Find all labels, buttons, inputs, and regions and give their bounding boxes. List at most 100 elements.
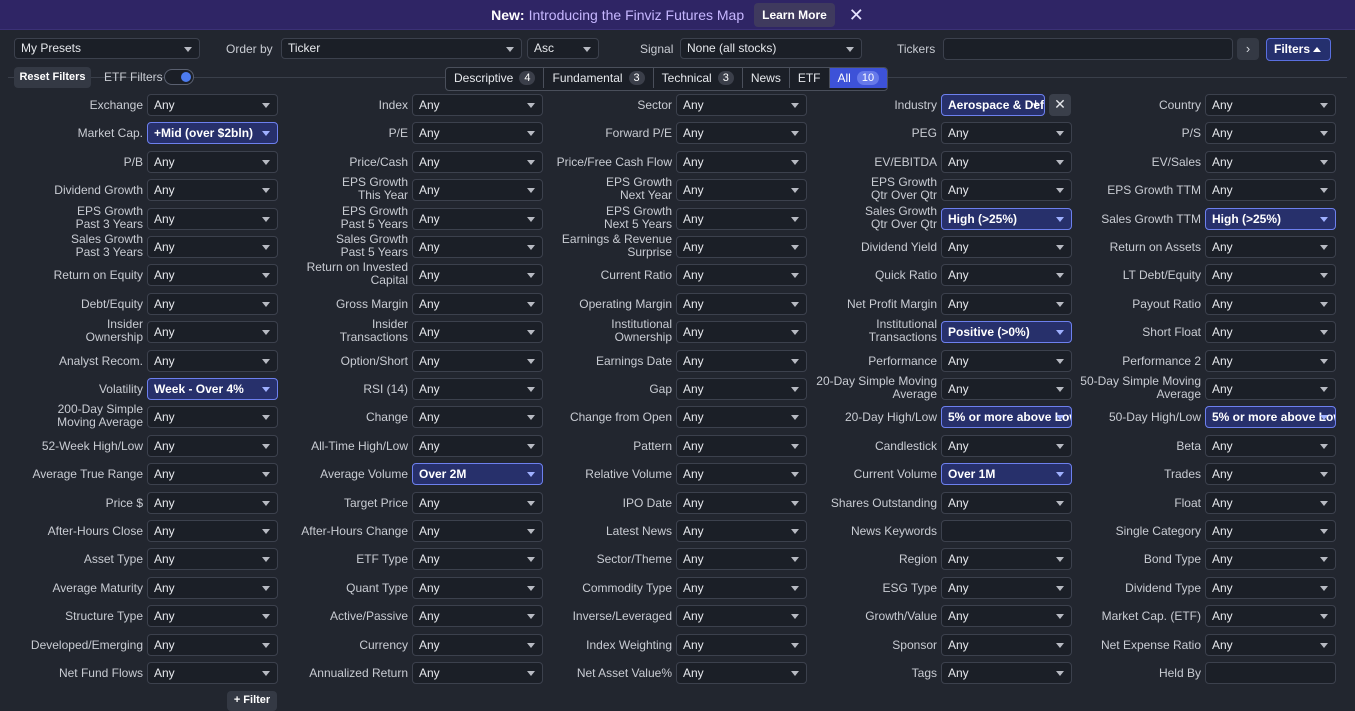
filter-select-active-passive[interactable]: Any [412, 605, 543, 628]
filter-select-price[interactable]: Any [147, 491, 278, 514]
filter-select-shares-outstanding[interactable]: Any [941, 491, 1072, 514]
filter-select-net-fund-flows[interactable]: Any [147, 662, 278, 684]
filter-select-eps-growth-past-5-years[interactable]: Any [412, 207, 543, 230]
order-by-select[interactable]: Ticker [281, 38, 522, 59]
filter-select-after-hours-close[interactable]: Any [147, 520, 278, 542]
filter-select-institutional-transactions[interactable]: Positive (>0%) [941, 321, 1072, 344]
filter-select-relative-volume[interactable]: Any [676, 463, 807, 486]
filter-select-bond-type[interactable]: Any [1205, 548, 1336, 571]
filter-select-asset-type[interactable]: Any [147, 548, 278, 571]
filter-select-beta[interactable]: Any [1205, 434, 1336, 457]
filter-select-institutional-ownership[interactable]: Any [676, 321, 807, 344]
filter-select-structure-type[interactable]: Any [147, 605, 278, 628]
filter-input-held-by[interactable] [1205, 662, 1336, 684]
filter-select-change[interactable]: Any [412, 406, 543, 429]
tab-technical[interactable]: Technical 3 [654, 68, 743, 88]
filter-select-insider-ownership[interactable]: Any [147, 321, 278, 344]
filter-select-exchange[interactable]: Any [147, 94, 278, 116]
tickers-go-button[interactable]: › [1237, 38, 1259, 60]
filter-select-industry[interactable]: Aerospace & Defense+ [941, 94, 1045, 116]
filter-select-quick-ratio[interactable]: Any [941, 264, 1072, 287]
filter-select-return-on-equity[interactable]: Any [147, 264, 278, 287]
filter-select-etf-type[interactable]: Any [412, 548, 543, 571]
filter-select-annualized-return[interactable]: Any [412, 662, 543, 684]
filter-select-earnings-revenue-surprise[interactable]: Any [676, 236, 807, 258]
filter-select-debt-equity[interactable]: Any [147, 292, 278, 315]
filter-select-quant-type[interactable]: Any [412, 576, 543, 599]
filter-select-gap[interactable]: Any [676, 378, 807, 400]
filter-select-latest-news[interactable]: Any [676, 520, 807, 542]
filter-select-index-weighting[interactable]: Any [676, 633, 807, 656]
signal-select[interactable]: None (all stocks) [680, 38, 862, 59]
filter-select-50-day-high-low[interactable]: 5% or more above Low [1205, 406, 1336, 429]
filter-select-forward-p-e[interactable]: Any [676, 122, 807, 145]
filter-select-net-expense-ratio[interactable]: Any [1205, 633, 1336, 656]
filter-select-performance-2[interactable]: Any [1205, 349, 1336, 372]
filter-select-sales-growth-past-3-years[interactable]: Any [147, 236, 278, 258]
filter-select-eps-growth-next-year[interactable]: Any [676, 179, 807, 202]
presets-select[interactable]: My Presets [14, 38, 200, 59]
add-filter-button[interactable]: + Filter [227, 691, 277, 711]
filter-select-country[interactable]: Any [1205, 94, 1336, 116]
filter-select-p-e[interactable]: Any [412, 122, 543, 145]
filter-select-50-day-simple-moving-average[interactable]: Any [1205, 378, 1336, 400]
plus-icon[interactable]: + [1031, 95, 1040, 115]
filter-select-inverse-leveraged[interactable]: Any [676, 605, 807, 628]
filter-select-pattern[interactable]: Any [676, 434, 807, 457]
filter-select-gross-margin[interactable]: Any [412, 292, 543, 315]
filter-select-esg-type[interactable]: Any [941, 576, 1072, 599]
filter-select-return-on-assets[interactable]: Any [1205, 236, 1336, 258]
tab-all[interactable]: All 10 [829, 68, 888, 88]
filter-select-market-cap-etf[interactable]: Any [1205, 605, 1336, 628]
filter-select-index[interactable]: Any [412, 94, 543, 116]
filter-select-volatility[interactable]: Week - Over 4% [147, 378, 278, 400]
filter-select-current-volume[interactable]: Over 1M [941, 463, 1072, 486]
filter-select-ipo-date[interactable]: Any [676, 491, 807, 514]
filter-select-price-free-cash-flow[interactable]: Any [676, 150, 807, 173]
filter-select-tags[interactable]: Any [941, 662, 1072, 684]
filter-select-growth-value[interactable]: Any [941, 605, 1072, 628]
learn-more-button[interactable]: Learn More [754, 2, 835, 27]
filter-select-float[interactable]: Any [1205, 491, 1336, 514]
filter-select-candlestick[interactable]: Any [941, 434, 1072, 457]
filter-select-all-time-high-low[interactable]: Any [412, 434, 543, 457]
filter-select-eps-growth-past-3-years[interactable]: Any [147, 207, 278, 230]
filter-select-analyst-recom[interactable]: Any [147, 349, 278, 372]
filter-select-earnings-date[interactable]: Any [676, 349, 807, 372]
filter-select-20-day-high-low[interactable]: 5% or more above Low [941, 406, 1072, 429]
tab-fundamental[interactable]: Fundamental 3 [544, 68, 654, 88]
filter-select-trades[interactable]: Any [1205, 463, 1336, 486]
filter-select-payout-ratio[interactable]: Any [1205, 292, 1336, 315]
filter-select-net-asset-value[interactable]: Any [676, 662, 807, 684]
tab-etf[interactable]: ETF [790, 68, 830, 88]
filter-select-insider-transactions[interactable]: Any [412, 321, 543, 344]
filter-select-performance[interactable]: Any [941, 349, 1072, 372]
filter-select-average-maturity[interactable]: Any [147, 576, 278, 599]
filter-select-option-short[interactable]: Any [412, 349, 543, 372]
filter-select-average-volume[interactable]: Over 2M [412, 463, 543, 486]
filter-select-after-hours-change[interactable]: Any [412, 520, 543, 542]
filter-select-current-ratio[interactable]: Any [676, 264, 807, 287]
filter-select-20-day-simple-moving-average[interactable]: Any [941, 378, 1072, 400]
filter-select-currency[interactable]: Any [412, 633, 543, 656]
filter-select-dividend-type[interactable]: Any [1205, 576, 1336, 599]
filter-select-sales-growth-qtr-over-qtr[interactable]: High (>25%) [941, 207, 1072, 230]
filter-select-average-true-range[interactable]: Any [147, 463, 278, 486]
filter-select-eps-growth-ttm[interactable]: Any [1205, 179, 1336, 202]
filter-select-52-week-high-low[interactable]: Any [147, 434, 278, 457]
tab-descriptive[interactable]: Descriptive 4 [446, 68, 545, 88]
filter-select-region[interactable]: Any [941, 548, 1072, 571]
filter-select-p-b[interactable]: Any [147, 150, 278, 173]
filter-select-lt-debt-equity[interactable]: Any [1205, 264, 1336, 287]
etf-filters-toggle[interactable] [164, 69, 194, 85]
filter-input-news-keywords[interactable] [941, 520, 1072, 542]
filter-select-rsi-14[interactable]: Any [412, 378, 543, 400]
filter-select-return-on-invested-capital[interactable]: Any [412, 264, 543, 287]
filter-select-sector[interactable]: Any [676, 94, 807, 116]
filter-select-short-float[interactable]: Any [1205, 321, 1336, 344]
filter-select-dividend-growth[interactable]: Any [147, 179, 278, 202]
filter-select-single-category[interactable]: Any [1205, 520, 1336, 542]
filter-select-p-s[interactable]: Any [1205, 122, 1336, 145]
reset-filters-button[interactable]: Reset Filters [14, 67, 91, 88]
tab-news[interactable]: News [743, 68, 790, 88]
